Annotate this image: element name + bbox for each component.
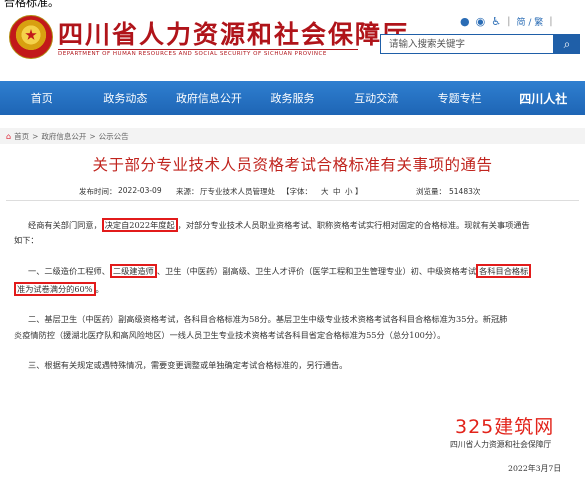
main-nav: 首页 政务动态 政府信息公开 政务服务 互动交流 专题专栏 四川人社 bbox=[0, 81, 585, 115]
font-size-small[interactable]: 小 bbox=[345, 186, 353, 197]
nav-item-news[interactable]: 政务动态 bbox=[84, 90, 168, 106]
nav-item-sichuan-hrss[interactable]: 四川人社 bbox=[501, 90, 585, 107]
p2-text: 。 bbox=[95, 284, 104, 294]
font-size-large[interactable]: 大 bbox=[321, 186, 329, 197]
paragraph-3-cont: 炎疫情防控（援湖北医疗队和高风险地区）一线人员卫生专业技术资格考试各科目省定合格… bbox=[14, 330, 446, 340]
p1-text: 经商有关部门同意， bbox=[28, 220, 102, 230]
paragraph-4: 三、根据有关规定或遇特殊情况，需要变更调整或单独确定考试合格标准的，另行通告。 bbox=[28, 360, 348, 370]
breadcrumb-home[interactable]: 首页 bbox=[14, 131, 29, 142]
nav-item-services[interactable]: 政务服务 bbox=[251, 90, 335, 106]
site-header: 四川省人力资源和社会保障厅 DEPARTMENT OF HUMAN RESOUR… bbox=[0, 9, 585, 71]
breadcrumb-separator: > bbox=[32, 131, 39, 141]
divider: | bbox=[507, 15, 511, 27]
nav-item-home[interactable]: 首页 bbox=[0, 90, 84, 106]
article-title: 关于部分专业技术人员资格考试合格标准有关事项的通告 bbox=[92, 156, 493, 174]
paragraph-1-cont: 如下： bbox=[14, 235, 39, 245]
search-input[interactable] bbox=[380, 34, 554, 54]
font-size-medium[interactable]: 中 bbox=[333, 186, 341, 197]
site-subtitle: DEPARTMENT OF HUMAN RESOURCES AND SOCIAL… bbox=[58, 49, 358, 57]
breadcrumb-notices[interactable]: 公示公告 bbox=[99, 131, 129, 142]
highlight-box: 准为试卷满分的60% bbox=[14, 282, 96, 296]
publish-date: 2022-03-09 bbox=[118, 186, 162, 195]
wechat-icon[interactable]: ◉ bbox=[476, 15, 486, 28]
signature: 四川省人力资源和社会保障厅 bbox=[450, 440, 552, 449]
views-label: 浏览量： bbox=[416, 187, 446, 196]
search-icon: ⌕ bbox=[563, 36, 571, 51]
utility-bar: ● ◉ ♿ | 简 / 繁 | bbox=[460, 13, 553, 29]
nav-item-topics[interactable]: 专题专栏 bbox=[418, 90, 502, 106]
breadcrumb: ⌂ 首页 > 政府信息公开 > 公示公告 bbox=[0, 128, 585, 144]
p1-text: ，对部分专业技术人员职业资格考试、职称资格考试实行相对固定的合格标准。现就有关事… bbox=[177, 220, 530, 230]
font-size-label: 【字体： bbox=[282, 187, 312, 196]
breadcrumb-separator: > bbox=[89, 131, 96, 141]
paragraph-1: 经商有关部门同意， 决定自2022年度起 ，对部分专业技术人员职业资格考试、职称资格… bbox=[28, 216, 530, 234]
search-box: ⌕ bbox=[380, 34, 580, 54]
paragraph-2-cont: 准为试卷满分的60%。 bbox=[14, 280, 104, 298]
accessibility-icon[interactable]: ♿ bbox=[491, 15, 501, 28]
weibo-icon[interactable]: ● bbox=[460, 15, 470, 28]
search-button[interactable]: ⌕ bbox=[554, 34, 580, 54]
watermark: 325建筑网 bbox=[455, 416, 555, 438]
breadcrumb-info-disclosure[interactable]: 政府信息公开 bbox=[41, 131, 86, 142]
views-count: 51483次 bbox=[449, 187, 481, 196]
divider: | bbox=[549, 15, 553, 27]
nav-item-interaction[interactable]: 互动交流 bbox=[334, 90, 418, 106]
source-value: 厅专业技术人员管理处 bbox=[200, 187, 275, 196]
national-emblem-logo bbox=[9, 15, 53, 59]
highlight-box: 各科目合格标 bbox=[476, 264, 532, 278]
site-title[interactable]: 四川省人力资源和社会保障厅 bbox=[58, 15, 409, 51]
p2-text: 一、二级造价工程师、 bbox=[28, 266, 110, 276]
font-size-close: 】 bbox=[355, 187, 363, 196]
sign-date: 2022年3月7日 bbox=[508, 464, 562, 473]
source-label: 来源： bbox=[176, 187, 199, 196]
nav-item-info-disclosure[interactable]: 政府信息公开 bbox=[167, 90, 251, 106]
divider bbox=[6, 200, 579, 201]
highlight-box: 二级建造师 bbox=[109, 264, 157, 278]
paragraph-2: 一、二级造价工程师、 二级建造师 、卫生（中医药）副高级、卫生人才评价（医学工程和卫… bbox=[28, 262, 532, 280]
highlight-box: 决定自2022年度起 bbox=[101, 218, 178, 232]
language-switch[interactable]: 简 / 繁 bbox=[516, 15, 543, 28]
publish-label: 发布时间： bbox=[79, 187, 117, 196]
top-fragment: 合格标准。 bbox=[4, 0, 59, 9]
home-icon: ⌂ bbox=[6, 131, 12, 141]
p2-text: 、卫生（中医药）副高级、卫生人才评价（医学工程和卫生管理专业）初、中级资格考试 bbox=[156, 266, 477, 276]
